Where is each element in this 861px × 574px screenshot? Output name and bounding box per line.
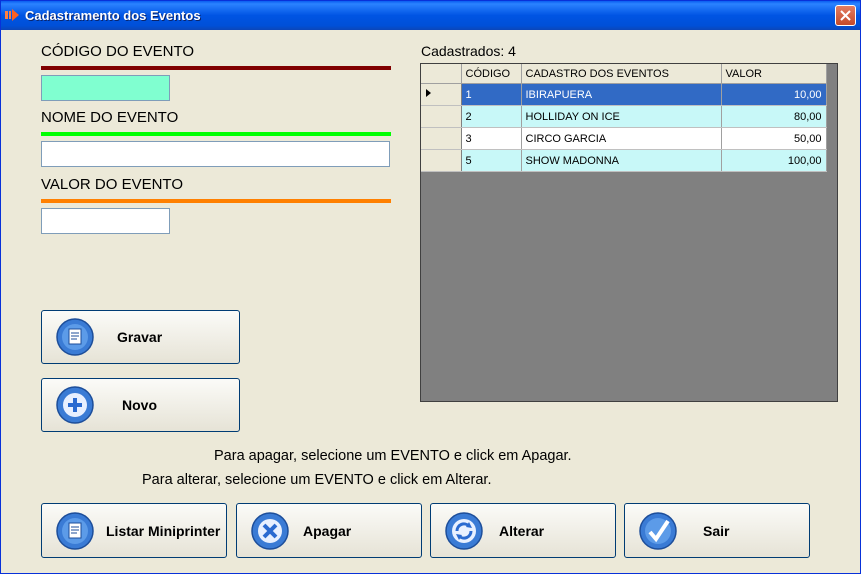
valor-label: VALOR DO EVENTO: [41, 176, 183, 193]
plus-icon: [56, 386, 94, 424]
cell-nome[interactable]: SHOW MADONNA: [521, 149, 722, 172]
cell-valor[interactable]: 10,00: [721, 83, 827, 106]
codigo-field[interactable]: [41, 75, 170, 101]
row-indicator[interactable]: [421, 149, 462, 172]
cell-codigo[interactable]: 3: [461, 127, 522, 150]
cell-codigo[interactable]: 5: [461, 149, 522, 172]
hint-alterar: Para alterar, selecione um EVENTO e clic…: [142, 472, 492, 488]
table-row[interactable]: 1 IBIRAPUERA 10,00: [421, 83, 827, 106]
document-icon: [56, 318, 94, 356]
window-title: Cadastramento dos Eventos: [25, 8, 201, 23]
sair-label: Sair: [703, 522, 730, 539]
cell-nome[interactable]: IBIRAPUERA: [521, 83, 722, 106]
cell-valor[interactable]: 80,00: [721, 105, 827, 128]
row-indicator[interactable]: [421, 127, 462, 150]
apagar-button[interactable]: Apagar: [236, 503, 422, 558]
codigo-label: CÓDIGO DO EVENTO: [41, 43, 195, 60]
apagar-label: Apagar: [303, 522, 352, 539]
table-row[interactable]: 2 HOLLIDAY ON ICE 80,00: [421, 105, 827, 128]
cell-codigo[interactable]: 1: [461, 83, 522, 106]
valor-rule: [41, 199, 391, 203]
codigo-rule: [41, 66, 391, 70]
nome-label: NOME DO EVENTO: [41, 109, 179, 126]
cell-valor[interactable]: 100,00: [721, 149, 827, 172]
listar-label: Listar Miniprinter: [106, 522, 221, 539]
hint-apagar: Para apagar, selecione um EVENTO e click…: [214, 448, 572, 464]
nome-rule: [41, 132, 391, 136]
column-header-codigo[interactable]: CÓDIGO: [461, 64, 522, 84]
app-window: Cadastramento dos Eventos CÓDIGO DO EVEN…: [0, 0, 861, 574]
valor-field[interactable]: [41, 208, 170, 234]
listar-miniprinter-button[interactable]: Listar Miniprinter: [41, 503, 227, 558]
close-button[interactable]: [835, 5, 856, 26]
title-bar[interactable]: Cadastramento dos Eventos: [1, 1, 860, 30]
novo-button[interactable]: Novo: [41, 378, 240, 432]
cell-valor[interactable]: 50,00: [721, 127, 827, 150]
document-icon: [56, 511, 94, 550]
novo-label: Novo: [122, 397, 157, 413]
cell-nome[interactable]: HOLLIDAY ON ICE: [521, 105, 722, 128]
gravar-label: Gravar: [117, 329, 163, 345]
table-row[interactable]: 3 CIRCO GARCIA 50,00: [421, 127, 827, 150]
eventos-grid[interactable]: CÓDIGO CADASTRO DOS EVENTOS VALOR 1 IBIR…: [420, 63, 838, 402]
cell-nome[interactable]: CIRCO GARCIA: [521, 127, 722, 150]
row-indicator[interactable]: [421, 105, 462, 128]
current-row-arrow-icon: [426, 89, 431, 97]
alterar-button[interactable]: Alterar: [430, 503, 616, 558]
nome-field[interactable]: [41, 141, 390, 167]
sair-button[interactable]: Sair: [624, 503, 810, 558]
gravar-button[interactable]: Gravar: [41, 310, 240, 364]
delete-icon: [251, 511, 289, 550]
column-header-valor[interactable]: VALOR: [721, 64, 827, 84]
refresh-icon: [445, 511, 483, 550]
table-row[interactable]: 5 SHOW MADONNA 100,00: [421, 149, 827, 172]
grid-corner: [421, 64, 462, 84]
app-icon: [5, 9, 19, 21]
row-indicator[interactable]: [421, 83, 462, 106]
alterar-label: Alterar: [499, 522, 545, 539]
close-icon: [840, 10, 851, 21]
checkmark-icon: [639, 511, 677, 550]
cell-codigo[interactable]: 2: [461, 105, 522, 128]
column-header-cadastro[interactable]: CADASTRO DOS EVENTOS: [521, 64, 722, 84]
cadastrados-count: Cadastrados: 4: [421, 43, 516, 59]
